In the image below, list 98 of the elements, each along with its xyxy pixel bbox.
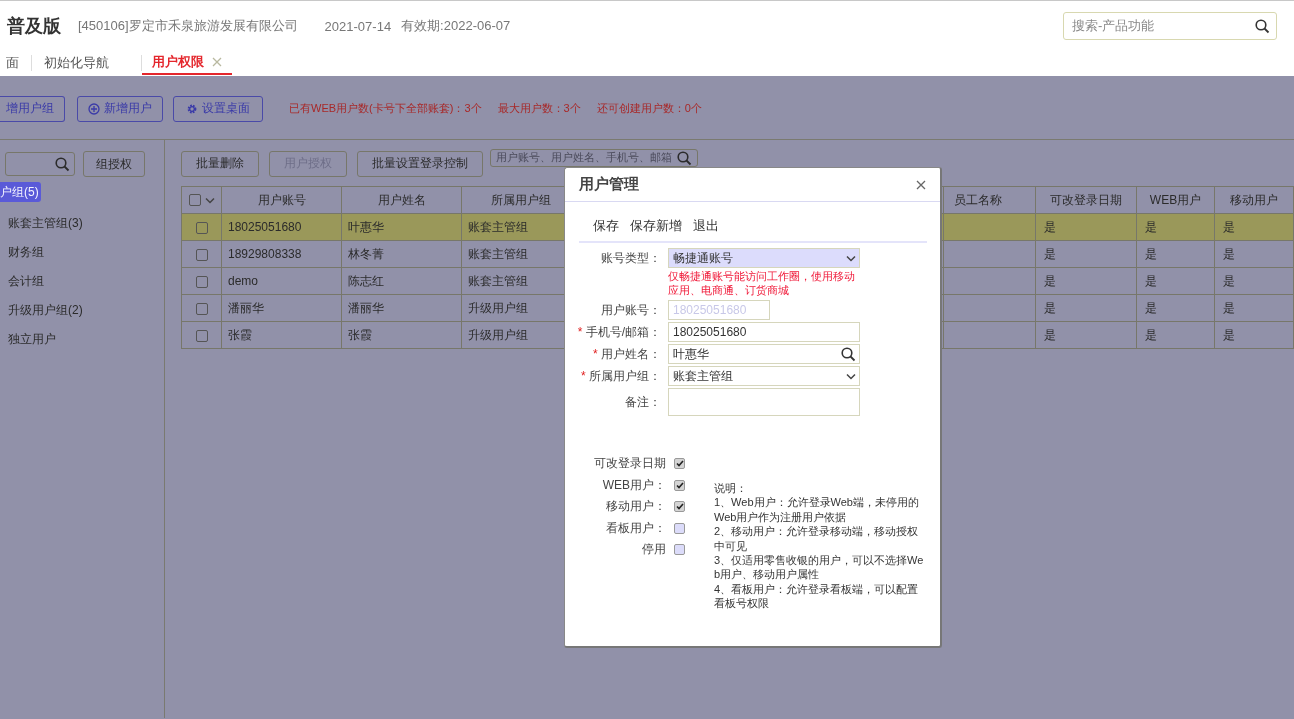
checkbox[interactable] [674,458,685,470]
table-cell: 是 [1214,267,1294,295]
tab[interactable]: 面 [4,51,21,75]
table-cell: 18929808338 [221,240,342,268]
column-header: 员工名称 [943,186,1036,214]
dropdown-icon [204,196,215,204]
action-button[interactable]: 批量删除 [181,150,259,177]
toolbar-button[interactable]: 增用户组 [0,95,65,122]
checkbox[interactable] [674,501,685,513]
table-cell: 叶惠华 [341,213,462,241]
select-field[interactable]: 畅捷通账号 [668,248,860,268]
field-label: * 所属用户组： [580,367,661,385]
close-icon[interactable] [916,179,926,190]
table-cell: 林冬菁 [341,240,462,268]
notes-title: 说明： [714,481,748,496]
tree-item[interactable]: 独立用户 [0,328,64,349]
table-cell: 潘丽华 [221,294,342,322]
checkbox[interactable] [195,221,208,234]
stat-text: 已有WEB用户数(卡号下全部账套)：3个 [289,101,482,116]
note-text: 4、看板用户：允许登录看板端，可以配置看板号权限 [714,581,920,611]
column-header: 可改登录日期 [1035,186,1137,214]
checkbox[interactable] [195,275,208,288]
group-permission-button[interactable]: 组授权 [83,151,145,177]
field-label: 用户账号： [600,301,661,319]
chevron-down-icon [846,254,856,262]
login-date: 2021-07-14 [324,18,392,34]
tab[interactable]: 初始化导航 [42,51,111,75]
table-cell: 是 [1035,213,1137,241]
table-cell: 是 [1214,321,1294,349]
table-cell: 张霞 [221,321,342,349]
checkbox[interactable] [195,248,208,261]
hint-text: 仅畅捷通账号能访问工作圈，使用移动应用、电商通、订货商城 [668,269,856,297]
table-cell: 是 [1035,321,1137,349]
edition-title: 普及版 [7,15,61,38]
search-icon[interactable] [1255,18,1270,34]
plus-circle-icon [88,102,100,115]
note-text: 3、仅适用零售收银的用户，可以不选择Web用户、移动用户属性 [714,553,925,582]
search-field[interactable]: 用户账号、用户姓名、手机号、邮箱 [490,149,698,167]
table-cell: 潘丽华 [341,294,462,322]
tree-item[interactable]: 升级用户组(2) [0,299,91,320]
table-cell: 是 [1214,240,1294,268]
checkbox[interactable] [188,194,201,206]
toolbar-button[interactable]: 设置桌面 [173,95,263,122]
checkbox[interactable] [195,302,208,315]
validity-date: 有效期:2022-06-07 [401,17,511,35]
note-text: 1、Web用户：允许登录Web端，未停用的Web用户作为注册用户依据 [714,495,920,525]
search-field[interactable] [5,152,75,176]
option-label: 停用 [642,541,666,559]
table-cell: 陈志红 [341,267,462,295]
column-header: 移动用户 [1214,186,1294,214]
checkbox[interactable] [674,544,685,556]
tree-item[interactable]: 会计组 [0,270,52,291]
checkbox[interactable] [674,522,685,534]
table-cell: 是 [1214,294,1294,322]
column-header: WEB用户 [1136,186,1215,214]
table-cell: 是 [1136,267,1215,295]
input-field[interactable]: 叶惠华 [668,344,860,364]
table-cell: demo [221,267,342,295]
option-label: 看板用户： [606,519,666,537]
table-cell: 张霞 [341,321,462,349]
table-cell: 是 [1035,267,1137,295]
checkbox[interactable] [195,329,208,342]
option-label: WEB用户： [602,476,666,494]
dialog-action[interactable]: 保存新增 [630,217,682,235]
gear-icon [186,102,198,115]
note-text: 2、移动用户：允许登录移动端，移动授权中可见 [714,524,920,554]
table-cell: 是 [1035,240,1137,268]
table-cell: 是 [1035,294,1137,322]
table-cell: 是 [1136,321,1215,349]
field-label: 账号类型： [600,249,661,267]
option-label: 移动用户： [606,498,666,516]
input-field[interactable]: 18025051680 [668,322,860,342]
column-header: 用户账号 [221,186,342,214]
toolbar-button[interactable]: 新增用户 [77,95,163,122]
tree-item[interactable]: 户组(5) [0,182,41,202]
company-name: [450106]罗定市禾泉旅游发展有限公司 [78,17,298,35]
table-cell: 是 [1214,213,1294,241]
field-label: 备注： [624,393,661,411]
lookup-icon[interactable] [841,346,856,362]
dialog-action[interactable]: 退出 [693,217,719,235]
tree-item[interactable]: 财务组 [0,241,52,262]
table-cell: 18025051680 [221,213,342,241]
table-cell: 是 [1136,213,1215,241]
table-cell: 是 [1136,294,1215,322]
stat-text: 还可创建用户数：0个 [596,101,702,116]
dialog-action[interactable]: 保存 [593,217,619,235]
select-field[interactable]: 账套主管组 [668,366,860,386]
column-header: 用户姓名 [341,186,462,214]
search-field[interactable]: 搜索-产品功能 [1063,12,1277,40]
checkbox[interactable] [674,479,685,491]
remark-field[interactable] [668,388,860,416]
tree-item[interactable]: 账套主管组(3) [0,212,91,233]
action-button[interactable]: 批量设置登录控制 [357,150,483,177]
option-label: 可改登录日期 [594,455,666,473]
dialog-title: 用户管理 [579,175,639,194]
stat-text: 最大用户数：3个 [497,101,581,116]
table-cell: 是 [1136,240,1215,268]
chevron-down-icon [846,372,856,380]
